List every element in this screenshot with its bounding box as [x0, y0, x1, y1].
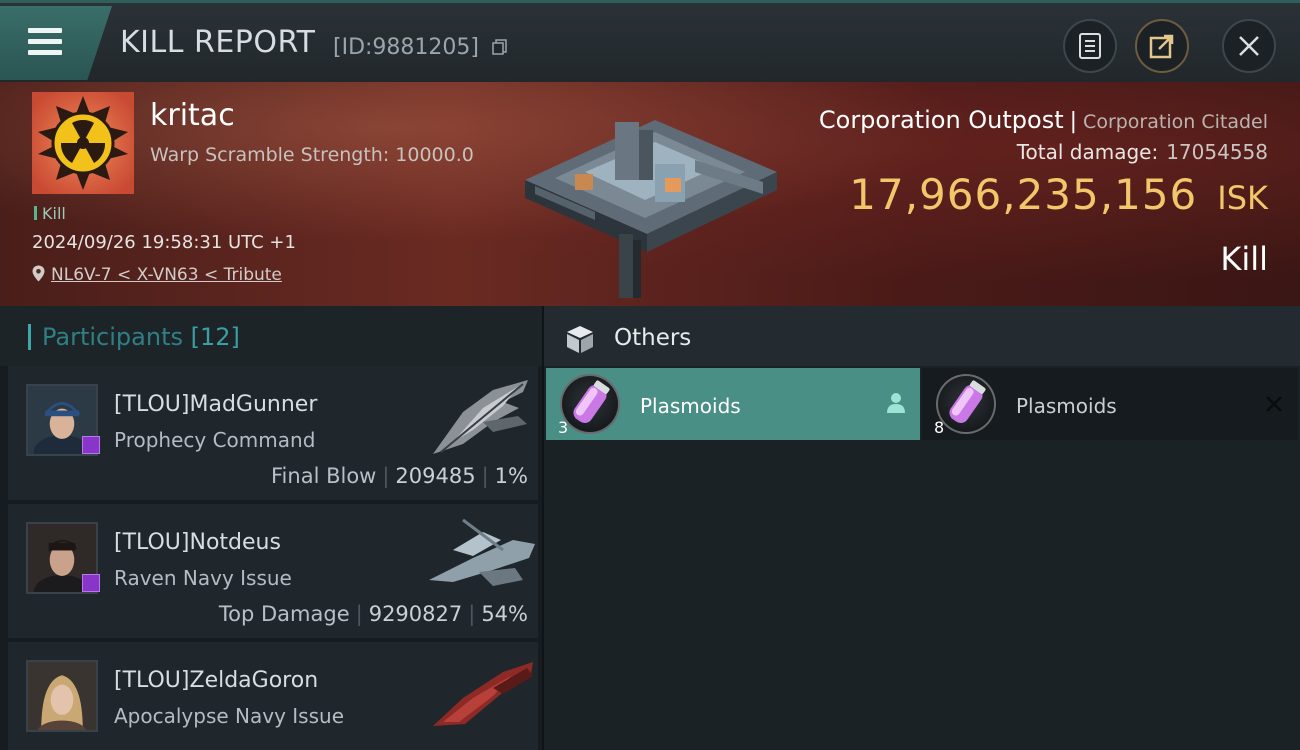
copy-icon[interactable] — [492, 39, 508, 55]
item-slot[interactable]: 8 Plasmoids — [922, 368, 1298, 440]
total-damage-value: 17054558 — [1166, 140, 1268, 164]
stats-divider: | — [468, 602, 476, 626]
participants-title: Participants [12] — [42, 323, 240, 351]
participant-damage: 9290827 — [368, 602, 463, 626]
participants-count: [12] — [190, 323, 240, 351]
menu-icon-line — [28, 50, 62, 55]
participant-row[interactable]: [TLOU]ZeldaGoron Apocalypse Navy Issue — [8, 642, 538, 750]
ship-image — [433, 380, 528, 454]
item-quantity: 8 — [934, 418, 945, 437]
kill-id: [ID:9881205] — [333, 35, 479, 60]
item-icon — [936, 374, 996, 434]
participant-percent: 54% — [481, 602, 528, 626]
menu-icon — [28, 28, 62, 33]
total-damage-label: Total damage: — [1016, 140, 1159, 164]
others-header[interactable]: Others — [544, 306, 1300, 366]
item-name: Plasmoids — [1016, 394, 1117, 418]
participant-ship: Apocalypse Navy Issue — [114, 704, 344, 728]
participant-damage: 209485 — [395, 464, 476, 488]
stats-divider: | — [481, 464, 489, 488]
participant-stats: Final Blow | 209485 | 1% — [271, 464, 528, 488]
participant-role: Top Damage — [218, 602, 350, 626]
structure-image — [525, 120, 777, 298]
participant-name[interactable]: [TLOU]MadGunner — [114, 392, 317, 417]
corporation-logo[interactable] — [32, 92, 134, 194]
location-link[interactable]: NL6V-7 < X-VN63 < Tribute — [32, 265, 282, 285]
ship-image — [429, 518, 535, 586]
clipboard-icon — [1079, 33, 1101, 59]
share-button[interactable] — [1135, 19, 1189, 73]
participant-ship: Prophecy Command — [114, 428, 316, 452]
menu-icon-line — [28, 39, 62, 44]
plasmoid-canister-icon — [573, 380, 610, 423]
stats-divider: | — [355, 602, 363, 626]
kill-banner: kritac Warp Scramble Strength: 10000.0 K… — [0, 82, 1300, 306]
page-title: KILL REPORT — [120, 25, 316, 60]
clipboard-button[interactable] — [1063, 19, 1117, 73]
victim-name[interactable]: kritac — [150, 98, 235, 133]
target-separator: | — [1069, 109, 1078, 134]
stats-divider: | — [382, 464, 390, 488]
participants-label: Participants — [42, 323, 183, 351]
title-bar: KILL REPORT [ID:9881205] — [0, 0, 1300, 82]
kill-datetime: 2024/09/26 19:58:31 UTC +1 — [32, 232, 296, 253]
others-title: Others — [614, 325, 692, 351]
total-damage: Total damage: 17054558 — [1017, 140, 1268, 164]
isk-amount: 17,966,235,156 — [849, 170, 1198, 219]
participant-role: Final Blow — [271, 464, 377, 488]
participant-name[interactable]: [TLOU]ZeldaGoron — [114, 668, 318, 693]
person-icon[interactable] — [886, 392, 906, 414]
kill-label: Kill — [1220, 240, 1268, 278]
participants-panel: Participants [12] [TLOU]MadGunner Prophe… — [0, 306, 542, 750]
participants-accent-bar — [28, 324, 31, 350]
security-status-badge — [82, 574, 100, 592]
isk-value: 17,966,235,156 ISK — [849, 170, 1268, 219]
others-panel: Others 3 Plasmoids 8 Plasmoids — [544, 306, 1300, 750]
kill-tag: Kill — [34, 204, 66, 223]
cargo-box-icon — [567, 326, 593, 353]
isk-unit: ISK — [1217, 179, 1268, 217]
target-name[interactable]: Corporation Outpost — [819, 106, 1064, 134]
location-text: NL6V-7 < X-VN63 < Tribute — [51, 265, 282, 285]
security-status-badge — [82, 436, 100, 454]
participant-stats: Top Damage | 9290827 | 54% — [219, 602, 528, 626]
item-quantity: 3 — [558, 418, 569, 437]
menu-button[interactable] — [0, 6, 112, 80]
plasmoid-canister-icon — [949, 380, 986, 423]
destroyed-x-icon — [1266, 396, 1282, 412]
participant-row[interactable]: [TLOU]Notdeus Raven Navy Issue Top Damag… — [8, 504, 538, 638]
share-icon — [1149, 34, 1174, 59]
participants-header[interactable]: Participants [12] — [0, 306, 542, 366]
participant-ship: Raven Navy Issue — [114, 566, 292, 590]
ship-image — [433, 662, 533, 726]
item-slot-selected[interactable]: 3 Plasmoids — [546, 368, 920, 440]
participant-row[interactable]: [TLOU]MadGunner Prophecy Command Final B… — [8, 366, 538, 500]
close-icon — [1239, 36, 1259, 56]
avatar[interactable] — [26, 660, 98, 732]
participant-name[interactable]: [TLOU]Notdeus — [114, 530, 281, 555]
participant-percent: 1% — [494, 464, 528, 488]
location-pin-icon — [32, 265, 45, 282]
target-line: Corporation Outpost | Corporation Citadel — [819, 106, 1268, 134]
item-name: Plasmoids — [640, 394, 741, 418]
victim-subtitle: Warp Scramble Strength: 10000.0 — [150, 144, 474, 166]
close-button[interactable] — [1222, 19, 1276, 73]
target-class: Corporation Citadel — [1083, 111, 1268, 133]
item-icon — [560, 374, 620, 434]
